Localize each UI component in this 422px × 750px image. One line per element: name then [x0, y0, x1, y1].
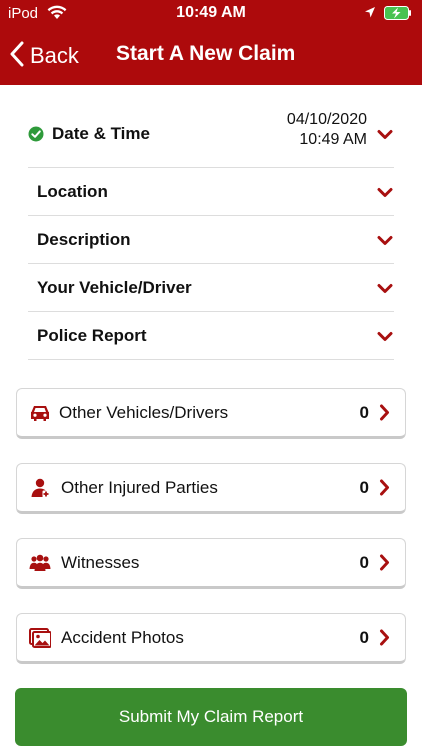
card-count: 0: [359, 478, 369, 497]
section-label: Date & Time: [52, 123, 150, 143]
injured-person-icon: [29, 477, 51, 499]
section-label: Description: [37, 229, 131, 249]
section-police-report[interactable]: Police Report: [28, 312, 394, 360]
section-description[interactable]: Description: [28, 216, 394, 264]
card-count: 0: [359, 628, 369, 647]
page-title: Start A New Claim: [116, 42, 296, 65]
chevron-right-icon: [379, 629, 390, 646]
section-label: Location: [37, 181, 108, 201]
chevron-down-icon: [377, 186, 393, 198]
chevron-down-icon: [377, 282, 393, 294]
date-value: 04/10/2020: [286, 111, 367, 128]
back-label: Back: [30, 43, 79, 68]
accident-photos-card[interactable]: Accident Photos 0: [16, 613, 406, 664]
section-your-vehicle[interactable]: Your Vehicle/Driver: [28, 264, 394, 312]
people-group-icon: [29, 552, 51, 574]
other-injured-parties-card[interactable]: Other Injured Parties 0: [16, 463, 406, 514]
chevron-left-icon: [10, 41, 24, 72]
battery-charging-icon: [384, 6, 412, 24]
check-circle-icon: [28, 126, 44, 142]
card-label: Accident Photos: [61, 628, 184, 647]
section-label: Police Report: [37, 325, 147, 345]
section-location[interactable]: Location: [28, 168, 394, 216]
status-time: 10:49 AM: [176, 4, 246, 21]
submit-claim-button[interactable]: Submit My Claim Report: [15, 688, 407, 746]
section-label: Your Vehicle/Driver: [37, 277, 192, 297]
chevron-right-icon: [379, 479, 390, 496]
app-header: iPod 10:49 AM Back Start A New Claim: [0, 0, 422, 85]
card-label: Other Injured Parties: [61, 478, 218, 497]
card-label: Other Vehicles/Drivers: [59, 403, 229, 422]
date-time-value: 04/10/2020 10:49 AM: [287, 110, 367, 150]
time-value: 10:49 AM: [299, 131, 367, 148]
status-bar: iPod 10:49 AM: [0, 0, 422, 28]
car-icon: [29, 402, 51, 424]
chevron-down-icon: [377, 330, 393, 342]
card-label: Witnesses: [61, 553, 140, 572]
chevron-right-icon: [379, 404, 390, 421]
location-arrow-icon: [364, 6, 376, 23]
witnesses-card[interactable]: Witnesses 0: [16, 538, 406, 589]
chevron-right-icon: [379, 554, 390, 571]
chevron-down-icon: [377, 234, 393, 246]
photo-icon: [29, 627, 52, 649]
other-vehicles-card[interactable]: Other Vehicles/Drivers 0: [16, 388, 406, 439]
chevron-down-icon: [377, 128, 393, 140]
back-button[interactable]: Back: [10, 38, 79, 74]
card-count: 0: [359, 403, 369, 422]
card-count: 0: [359, 553, 369, 572]
section-date-time[interactable]: Date & Time 04/10/2020 10:49 AM: [28, 100, 394, 168]
navigation-bar: Back Start A New Claim: [0, 28, 422, 84]
